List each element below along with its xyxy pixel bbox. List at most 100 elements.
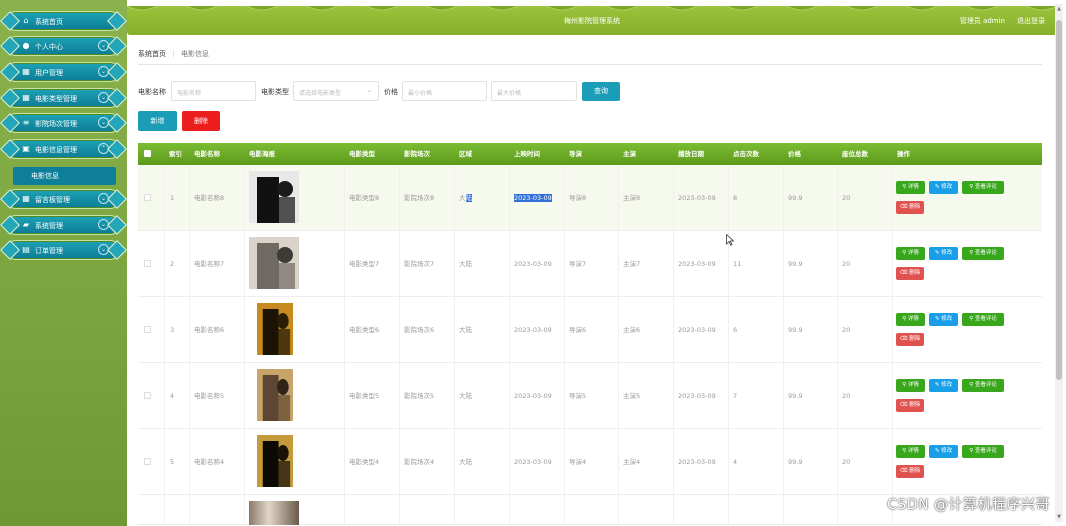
column-divider — [892, 165, 893, 231]
column-divider — [244, 165, 245, 231]
scrollbar-thumb[interactable] — [1056, 20, 1062, 380]
cell-release: 2023-03-09 — [514, 260, 552, 268]
table-row[interactable]: 2 电影名称7 电影类型7 影院场次7 大陆 2023-03-09 导演7 主演7 2023-0… — [138, 231, 1042, 297]
movie-name-label: 电影名称 — [138, 88, 166, 96]
cell-actor: 主演4 — [623, 458, 641, 466]
column-divider — [399, 165, 400, 231]
cell-release: 2023-03-09 — [514, 326, 552, 334]
edit-button[interactable]: ✎ 修改 — [929, 247, 958, 260]
cell-play-date: 2023-03-09 — [678, 458, 716, 466]
user-icon: ● — [22, 41, 30, 50]
column-divider — [344, 429, 345, 495]
breadcrumb: 系统首页 ⋮ 电影信息 — [138, 50, 209, 58]
edit-button[interactable]: ✎ 修改 — [929, 313, 958, 326]
delete-button[interactable]: ⌫ 删除 — [896, 267, 924, 280]
scroll-down-icon[interactable]: ▼ — [1055, 512, 1063, 522]
price-label: 价格 — [384, 88, 398, 96]
view-reviews-button[interactable]: ⚲ 查看评论 — [962, 181, 1004, 194]
cell-index: 3 — [170, 326, 175, 334]
detail-button[interactable]: ⚲ 详情 — [896, 445, 925, 458]
film-icon: ▣ — [22, 144, 30, 153]
edit-button[interactable]: ✎ 修改 — [929, 379, 958, 392]
cell-index: 4 — [170, 392, 175, 400]
user-role-label: 管理员 admin — [959, 17, 1005, 25]
sidebar-subitem-movie-info[interactable]: 电影信息 — [13, 167, 116, 185]
edit-button[interactable]: ✎ 修改 — [929, 445, 958, 458]
row-checkbox[interactable] — [144, 260, 151, 267]
row-checkbox[interactable] — [144, 194, 151, 201]
batch-delete-button[interactable]: 删除 — [182, 111, 220, 131]
sidebar-item-sessions[interactable]: ≡ 影院场次管理 ⌄ — [0, 113, 127, 133]
table-row[interactable]: 4 电影名称5 电影类型5 影院场次5 大陆 2023-03-09 导演5 主演5 2023-0… — [138, 363, 1042, 429]
row-checkbox[interactable] — [144, 392, 151, 399]
table-row[interactable]: 1 电影名称8 电影类型8 影院场次8 大陆 2023-03-09 导演8 主演8 2023-0… — [138, 165, 1042, 231]
row-checkbox[interactable] — [144, 458, 151, 465]
cell-name: 电影名称4 — [194, 458, 225, 466]
cell-session: 影院场次4 — [404, 458, 435, 466]
detail-button[interactable]: ⚲ 详情 — [896, 181, 925, 194]
cell-clicks: 7 — [733, 392, 738, 400]
sidebar-item-movie-types[interactable]: ▦ 电影类型管理 ⌄ — [0, 88, 127, 108]
main-content: 系统首页 ⋮ 电影信息 电影名称 电影名称 电影类型 请选择电影类型 ⌄ 价格 最小… — [127, 35, 1056, 526]
scroll-up-icon[interactable]: ▲ — [1055, 4, 1063, 14]
query-button[interactable]: 查询 — [582, 82, 620, 101]
movie-poster-image — [249, 237, 299, 289]
header-wave-decoration — [127, 6, 1057, 11]
column-divider — [728, 429, 729, 495]
delete-button[interactable]: ⌫ 删除 — [896, 201, 924, 214]
column-divider — [344, 363, 345, 429]
column-divider — [189, 495, 190, 525]
column-divider — [783, 297, 784, 363]
sidebar-item-movie-info[interactable]: ▣ 电影信息管理 ⌃ — [0, 139, 127, 159]
delete-button[interactable]: ⌫ 删除 — [896, 465, 924, 478]
view-reviews-button[interactable]: ⚲ 查看评论 — [962, 379, 1004, 392]
delete-button[interactable]: ⌫ 删除 — [896, 399, 924, 412]
movie-type-select[interactable]: 请选择电影类型 ⌄ — [293, 81, 379, 101]
column-divider — [564, 231, 565, 297]
row-checkbox[interactable] — [144, 326, 151, 333]
view-reviews-button[interactable]: ⚲ 查看评论 — [962, 247, 1004, 260]
view-reviews-button[interactable]: ⚲ 查看评论 — [962, 445, 1004, 458]
trash-icon: ⌫ — [899, 402, 910, 408]
cell-region: 大陆 — [459, 194, 472, 202]
min-price-input[interactable]: 最小价格 — [402, 81, 487, 101]
detail-button[interactable]: ⚲ 详情 — [896, 313, 925, 326]
table-row[interactable]: 5 电影名称4 电影类型4 影院场次4 大陆 2023-03-09 导演4 主演4 2023-0… — [138, 429, 1042, 495]
column-divider — [189, 429, 190, 495]
table-row[interactable]: 3 电影名称6 电影类型6 影院场次6 大陆 2023-03-09 导演6 主演6 2023-0… — [138, 297, 1042, 363]
home-icon: ⌂ — [23, 16, 29, 25]
cell-actor: 主演6 — [623, 326, 641, 334]
select-all-checkbox[interactable] — [144, 150, 151, 157]
cell-play-date: 2023-03-09 — [678, 194, 716, 202]
column-divider — [564, 495, 565, 525]
column-divider — [454, 297, 455, 363]
detail-button[interactable]: ⚲ 详情 — [896, 247, 925, 260]
delete-button[interactable]: ⌫ 删除 — [896, 333, 924, 346]
detail-button[interactable]: ⚲ 详情 — [896, 379, 925, 392]
logout-link[interactable]: 退出登录 — [1017, 16, 1045, 26]
add-button[interactable]: 新增 — [138, 111, 177, 131]
column-divider — [454, 231, 455, 297]
sidebar-item-system[interactable]: ▰ 系统管理 ⌄ — [0, 215, 127, 235]
sidebar-item-profile[interactable]: ● 个人中心 ⌄ — [0, 36, 127, 56]
cell-index: 5 — [170, 458, 175, 466]
column-divider — [728, 165, 729, 231]
edit-button[interactable]: ✎ 修改 — [929, 181, 958, 194]
sidebar-item-messages[interactable]: ▦ 留言板管理 ⌄ — [0, 189, 127, 209]
cell-clicks: 4 — [733, 458, 738, 466]
column-divider — [164, 165, 165, 231]
sidebar-item-users[interactable]: ▦ 用户管理 ⌄ — [0, 62, 127, 82]
column-divider — [189, 231, 190, 297]
movie-name-input[interactable]: 电影名称 — [171, 81, 256, 101]
cell-session: 影院场次8 — [404, 194, 435, 202]
column-divider — [344, 495, 345, 525]
column-divider — [783, 231, 784, 297]
view-reviews-button[interactable]: ⚲ 查看评论 — [962, 313, 1004, 326]
sidebar-item-home[interactable]: ⌂ 系统首页 — [0, 11, 127, 31]
page-scrollbar[interactable]: ▲ ▼ — [1055, 4, 1063, 522]
column-divider — [837, 231, 838, 297]
top-bar: 梅州影院管理系统 管理员 admin 退出登录 — [127, 6, 1057, 35]
max-price-input[interactable]: 最大价格 — [491, 81, 577, 101]
sidebar-item-orders[interactable]: ▤ 订单管理 ⌄ — [0, 240, 127, 260]
breadcrumb-home[interactable]: 系统首页 — [138, 50, 166, 58]
